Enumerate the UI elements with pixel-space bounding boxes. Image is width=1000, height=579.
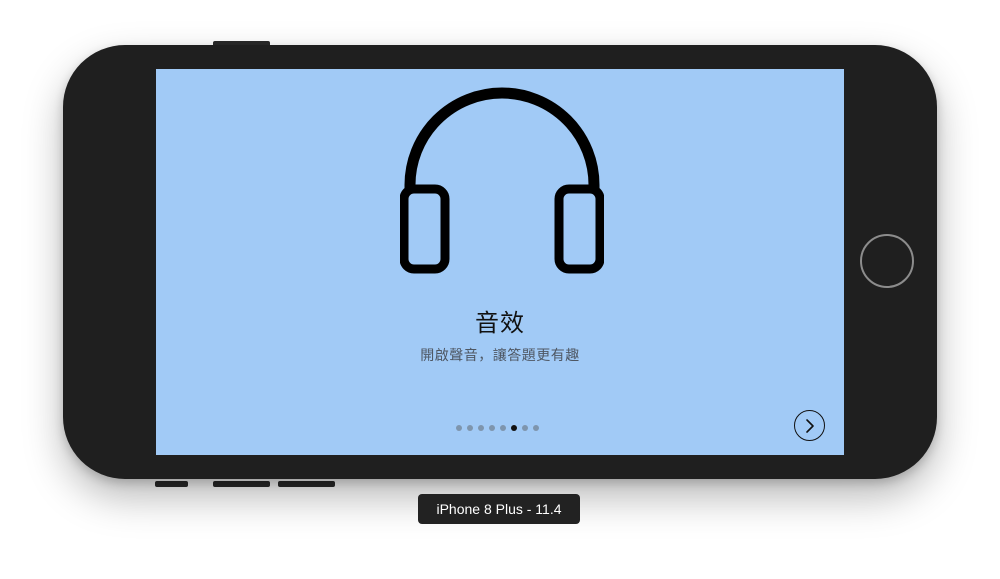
headphones-icon: [400, 87, 604, 274]
feature-title: 音效: [475, 309, 525, 337]
feature-subtitle: 開啟聲音，讓答題更有趣: [420, 348, 580, 364]
next-button[interactable]: [794, 410, 825, 441]
device-label: iPhone 8 Plus - 11.4: [418, 494, 580, 524]
mute-switch[interactable]: [155, 481, 188, 487]
volume-up-button[interactable]: [213, 481, 270, 487]
page-dot[interactable]: [522, 425, 528, 431]
page-dot-current[interactable]: [511, 425, 517, 431]
volume-down-button[interactable]: [278, 481, 335, 487]
page-dot[interactable]: [478, 425, 484, 431]
page-dot[interactable]: [500, 425, 506, 431]
app-screen: 音效 開啟聲音，讓答題更有趣: [156, 69, 844, 455]
page-dot[interactable]: [533, 425, 539, 431]
home-button[interactable]: [860, 234, 914, 288]
page-dot[interactable]: [456, 425, 462, 431]
page-dot[interactable]: [467, 425, 473, 431]
chevron-right-icon: [805, 418, 814, 433]
page-indicator[interactable]: [456, 424, 539, 432]
page-dot[interactable]: [489, 425, 495, 431]
simulator-stage: 音效 開啟聲音，讓答題更有趣 iPhone 8 Plus - 11.4: [0, 0, 1000, 579]
